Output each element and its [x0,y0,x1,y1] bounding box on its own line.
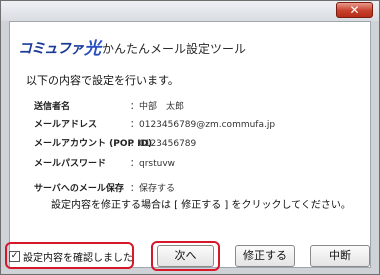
checkbox-label: 設定内容を確認しました [23,253,133,264]
field-label: 送信者名 [34,102,71,112]
intro-text: 以下の内容で設定を行います。 [26,74,179,87]
modify-note: 設定内容を修正する場合は [ 修正する ] をクリックしてください。 [51,200,351,211]
field-mail-password: メールパスワード ：qrstuvw [34,156,175,169]
close-icon[interactable]: ✕ [336,2,373,18]
next-button[interactable]: 次へ [157,245,214,267]
checkbox-box[interactable]: ✓ [9,251,20,262]
field-value: ：0123456789@zm.commufa.jp [130,120,276,130]
commufa-logo: コミュファ 光 [18,38,101,59]
field-value: ：0123456789 [130,139,197,149]
field-label: メールアカウント (POP ID) [34,139,153,149]
field-mail-account: メールアカウント (POP ID)：0123456789 [34,136,196,149]
field-value: ：qrstuvw [130,159,176,169]
logo-brand: コミュファ [18,41,84,57]
modify-button[interactable]: 修正する [235,245,295,267]
title-bar[interactable]: ✕ [1,1,379,21]
logo-hikari: 光 [84,38,101,59]
tool-title: かんたんメール設定ツール [102,42,247,56]
field-value: ：保存する [130,184,176,194]
field-email-address: メールアドレス ：0123456789@zm.commufa.jp [34,117,275,130]
cancel-button[interactable]: 中断 [310,245,370,267]
field-label: メールパスワード [34,159,107,169]
field-label: サーバへのメール保存 [34,184,124,194]
field-label: メールアドレス [34,120,98,130]
field-server-storage: サーバへのメール保存 ：保存する [34,181,175,194]
field-sender-name: 送信者名 ：中部 太郎 [34,99,184,112]
confirm-checkbox[interactable]: ✓ 設定内容を確認しました [9,249,133,264]
field-value: ：中部 太郎 [130,102,185,112]
dialog-window: ✕ コミュファ 光 かんたんメール設定ツール 以下の内容で設定を行います。 送信… [0,0,380,275]
content-panel: コミュファ 光 かんたんメール設定ツール 以下の内容で設定を行います。 送信者名… [9,21,371,268]
